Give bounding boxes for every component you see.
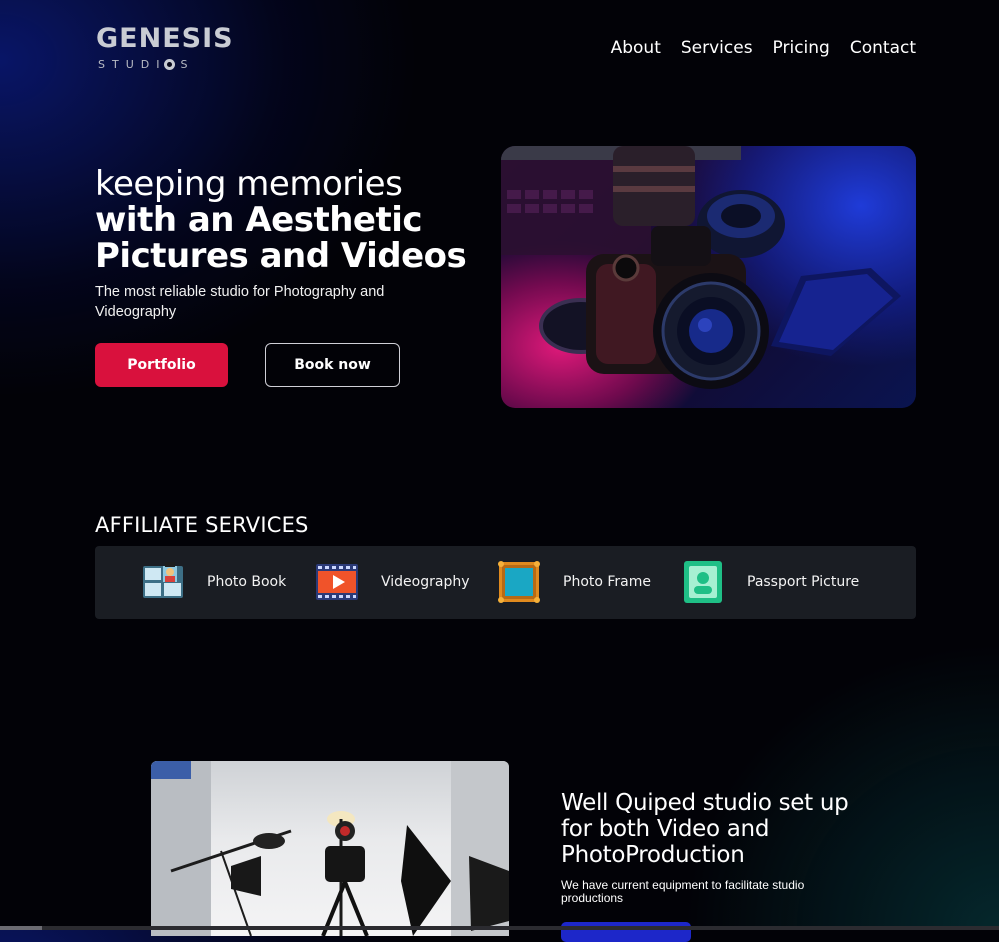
horizontal-scrollbar[interactable] [0, 926, 999, 930]
horizontal-scrollbar-thumb[interactable] [0, 926, 42, 930]
book-now-button[interactable]: Book now [265, 343, 400, 387]
nav-services[interactable]: Services [681, 38, 753, 58]
affiliate-item-photo-book[interactable]: Photo Book [141, 560, 286, 604]
hero-camera-image [501, 146, 916, 408]
studio-section-button[interactable] [561, 922, 691, 942]
nav-pricing[interactable]: Pricing [773, 38, 830, 58]
logo-aperture-icon [164, 59, 176, 70]
logo-subtitle: STUDI S [98, 58, 226, 71]
videography-icon [316, 564, 358, 600]
affiliate-services-title: AFFILIATE SERVICES [95, 513, 309, 537]
photo-book-icon [143, 562, 183, 598]
affiliate-item-passport-picture[interactable]: Passport Picture [681, 560, 859, 604]
affiliate-item-photo-frame[interactable]: Photo Frame [497, 560, 651, 604]
main-nav: About Services Pricing Contact [611, 38, 916, 58]
nav-about[interactable]: About [611, 38, 661, 58]
studio-setup-image [151, 761, 509, 936]
affiliate-label-photo-book: Photo Book [207, 574, 287, 590]
studio-section-subtitle: We have current equipment to facilitate … [561, 878, 805, 905]
affiliate-services-bar: Photo Book Videography Photo Frame Passp… [95, 546, 916, 619]
passport-picture-icon [684, 561, 722, 603]
affiliate-item-videography[interactable]: Videography [315, 560, 470, 604]
affiliate-label-videography: Videography [381, 574, 470, 590]
logo-subtitle-left: STUDI [98, 58, 167, 71]
hero-title-prefix: with an [95, 200, 246, 240]
photo-frame-icon [498, 561, 540, 603]
affiliate-label-passport-picture: Passport Picture [747, 574, 860, 590]
hero-subtitle: The most reliable studio for Photography… [95, 284, 385, 320]
portfolio-button[interactable]: Portfolio [95, 343, 228, 387]
hero-title: keeping memories with an Aesthetic Pictu… [95, 166, 495, 274]
logo[interactable]: GENESIS STUDI S [96, 23, 234, 72]
logo-wordmark: GENESIS [96, 23, 234, 54]
studio-section-title: Well Quiped studio set up for both Video… [561, 790, 849, 868]
hero-title-line1: keeping memories [95, 164, 403, 204]
affiliate-label-photo-frame: Photo Frame [563, 574, 652, 590]
logo-subtitle-right: S [180, 58, 195, 71]
nav-contact[interactable]: Contact [850, 38, 916, 58]
